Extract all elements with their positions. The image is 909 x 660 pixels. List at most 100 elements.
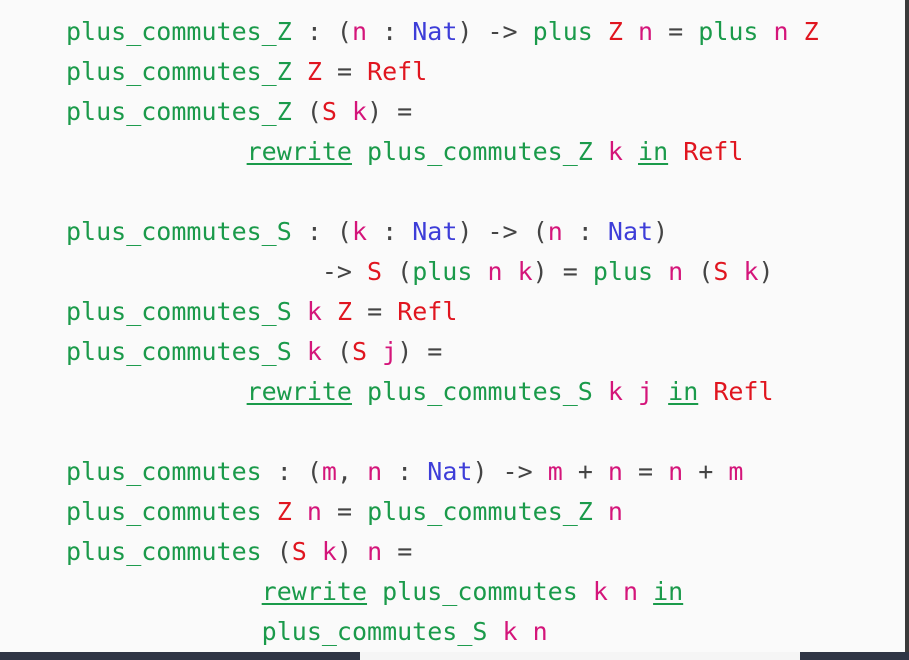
code-token-variable: n [668,257,684,286]
code-token-punctuation [653,257,668,286]
code-token-punctuation [608,577,623,606]
code-token-keyword: rewrite [261,577,368,606]
code-token-keyword: rewrite [246,377,352,406]
code-token-punctuation [653,377,668,406]
code-token-identifier: plus [592,257,654,286]
code-token-punctuation [518,617,533,646]
code-token-punctuation [66,377,247,406]
code-token-punctuation [262,497,277,526]
code-token-punctuation [66,617,262,646]
code-token-variable: k [352,217,368,246]
code-token-constructor: Z [607,17,623,46]
code-token-punctuation: , [336,457,368,486]
code-token-identifier: plus_commutes [66,457,262,486]
code-line: plus_commutes (S k) n = [66,537,412,567]
code-token-identifier: plus_commutes_S [66,217,292,246]
code-token-type-name: Nat [607,217,654,246]
code-token-punctuation: : [382,457,428,486]
code-token-variable: n [773,17,789,46]
code-line: rewrite plus_commutes_Z k in Refl [66,137,744,167]
code-token-punctuation: ) [336,537,368,566]
footer-bar [0,652,909,660]
code-token-punctuation [593,377,608,406]
code-token-punctuation [66,137,247,166]
code-token-variable: n [367,457,383,486]
code-token-constructor: Refl [397,297,458,326]
code-token-punctuation [638,577,653,606]
code-token-variable: k [502,617,518,646]
code-line: plus_commutes_Z Z = Refl [66,57,427,87]
code-token-variable: k [306,337,322,366]
code-token-variable: k [592,577,608,606]
code-token-punctuation: = [653,17,699,46]
code-token-punctuation: ) [758,257,774,286]
code-token-constructor: Refl [367,57,428,86]
code-token-punctuation [322,297,337,326]
code-token-identifier: plus_commutes [382,577,578,606]
code-token-keyword: in [653,577,684,606]
code-token-variable: n [532,617,548,646]
code-token-keyword: rewrite [246,137,352,166]
code-token-punctuation: ( [261,537,292,566]
code-line: -> S (plus n k) = plus n (S k) [66,257,774,287]
code-token-identifier: plus_commutes [66,537,262,566]
window-edge [905,0,909,660]
code-token-punctuation: : ( [261,457,322,486]
code-token-identifier: plus_commutes [66,497,262,526]
code-token-punctuation [66,577,262,606]
code-token-punctuation: = [321,57,368,86]
code-token-punctuation: = [321,497,368,526]
code-token-variable: n [306,497,322,526]
code-token-variable: n [487,257,503,286]
code-token-constructor: Z [276,497,292,526]
code-token-punctuation [623,17,638,46]
code-token-punctuation: = [622,457,669,486]
code-token-punctuation: : [367,217,413,246]
code-token-punctuation [292,57,307,86]
code-token-constructor: Refl [683,137,744,166]
code-token-punctuation: ) = [532,257,593,286]
code-token-keyword: in [668,377,699,406]
code-token-punctuation [728,257,743,286]
code-token-punctuation: -> [66,257,368,286]
code-token-punctuation: ( [291,97,322,126]
code-token-variable: j [382,337,398,366]
code-token-identifier: plus_commutes_S [66,337,292,366]
code-token-identifier: plus_commutes_Z [66,57,292,86]
code-line: plus_commutes_S k Z = Refl [66,297,457,327]
code-line: plus_commutes_Z : (n : Nat) -> plus Z n … [66,17,819,47]
code-token-variable: n [367,537,383,566]
code-token-punctuation [352,377,367,406]
code-line: plus_commutes : (m, n : Nat) -> m + n = … [66,457,743,487]
code-token-variable: n [607,457,623,486]
code-token-constructor: Z [306,57,322,86]
code-token-identifier: plus_commutes_Z [367,137,593,166]
code-token-punctuation [292,337,307,366]
code-token-punctuation: ) = [397,337,443,366]
code-token-punctuation [307,537,322,566]
code-token-punctuation: ) -> [457,17,533,46]
code-token-punctuation [593,137,608,166]
code-token-punctuation [623,377,638,406]
code-token-constructor: S [321,97,337,126]
code-token-variable: k [352,97,368,126]
code-token-punctuation: ( [382,257,413,286]
code-token-variable: m [547,457,563,486]
code-line: rewrite plus_commutes k n in [66,577,684,607]
code-token-type-name: Nat [427,457,473,486]
code-token-variable: j [638,377,654,406]
code-token-punctuation [578,577,593,606]
code-token-punctuation: : [562,217,608,246]
code-token-keyword: in [638,137,669,166]
code-token-punctuation: + [683,457,729,486]
footer-segment-left [0,652,360,660]
code-token-punctuation: ) = [367,97,413,126]
code-token-punctuation: : ( [291,17,352,46]
code-token-variable: n [547,217,563,246]
code-token-punctuation [487,617,502,646]
code-token-punctuation [367,337,382,366]
code-token-punctuation [503,257,518,286]
code-token-variable: k [607,377,623,406]
code-token-constructor: S [352,337,368,366]
code-token-variable: k [517,257,533,286]
